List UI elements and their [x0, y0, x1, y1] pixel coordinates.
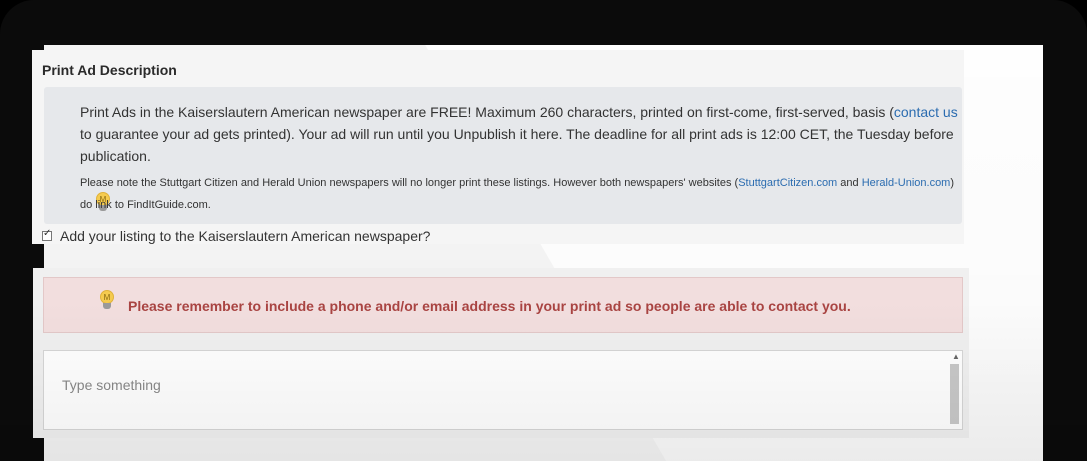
contact-us-link[interactable]: contact us: [894, 104, 958, 120]
ad-text-placeholder: Type something: [62, 377, 161, 393]
herald-union-link[interactable]: Herald-Union.com: [862, 177, 951, 189]
textarea-scrollbar[interactable]: [950, 364, 959, 424]
newspaper-checkbox-row[interactable]: Add your listing to the Kaiserslautern A…: [42, 228, 430, 244]
info-note-part1: Please note the Stuttgart Citizen and He…: [80, 177, 739, 189]
stuttgart-citizen-link[interactable]: StuttgartCitizen.com: [738, 177, 837, 189]
alert-lightbulb-base: [103, 303, 111, 309]
section-title: Print Ad Description: [42, 62, 177, 78]
scroll-up-arrow-icon[interactable]: ▲: [952, 352, 960, 361]
info-text-part2: to guarantee your ad gets printed). Your…: [80, 126, 954, 164]
alert-lightbulb-icon: M: [100, 290, 114, 310]
alert-lightbulb-glass: M: [100, 290, 114, 304]
alert-text: Please remember to include a phone and/o…: [128, 298, 851, 314]
ad-text-input[interactable]: [43, 350, 963, 430]
info-note-part2: and: [837, 177, 862, 189]
newspaper-checkbox-label: Add your listing to the Kaiserslautern A…: [60, 228, 431, 244]
newspaper-checkbox[interactable]: [42, 228, 52, 241]
info-text: Print Ads in the Kaiserslautern American…: [80, 101, 960, 167]
info-text-part1: Print Ads in the Kaiserslautern American…: [80, 104, 894, 120]
info-note: Please note the Stuttgart Citizen and He…: [80, 172, 960, 216]
